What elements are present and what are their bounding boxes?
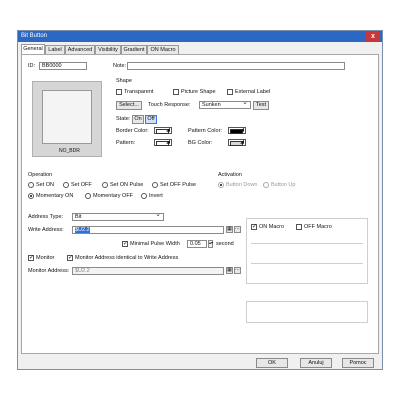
macro-separator: [251, 263, 363, 264]
tab-advanced[interactable]: Advanced: [65, 45, 95, 54]
radio-momentary-on[interactable]: [28, 193, 34, 199]
border-color-label: Border Color:: [116, 128, 149, 134]
ok-button[interactable]: OK: [256, 358, 288, 368]
write-address-value: $U2.2: [75, 227, 90, 233]
preview-caption: NO_BDR: [59, 148, 80, 154]
title-bar[interactable]: Bit Button x: [18, 31, 382, 42]
external-label-checkbox[interactable]: [227, 89, 233, 95]
dropdown-arrow-icon: ◢: [166, 127, 170, 133]
pulse-unit-label: second: [216, 241, 234, 247]
tab-label[interactable]: Label: [45, 45, 65, 54]
note-label: Note:: [113, 63, 127, 69]
radio-button-up-label: Button Up: [271, 182, 296, 188]
transparent-checkbox[interactable]: [116, 89, 122, 95]
radio-set-on[interactable]: [28, 182, 34, 188]
preview-shape: [42, 90, 92, 144]
state-off-button[interactable]: Off: [145, 115, 157, 124]
radio-set-off[interactable]: [63, 182, 69, 188]
radio-button-down[interactable]: [218, 182, 224, 188]
general-panel: ID: BB0000 Note: NO_BDR Shape Transparen…: [21, 54, 379, 354]
note-field[interactable]: [127, 62, 345, 70]
address-type-select[interactable]: Bit: [72, 213, 164, 221]
bg-color-picker[interactable]: ◢: [228, 139, 246, 146]
id-label: ID:: [28, 63, 36, 69]
activation-group-title: Activation: [218, 172, 242, 178]
tab-on-macro[interactable]: ON Macro: [147, 45, 179, 54]
picture-shape-checkbox[interactable]: [173, 89, 179, 95]
address-browse-icon[interactable]: ⋯: [234, 226, 241, 233]
radio-set-off-label: Set OFF: [71, 182, 92, 188]
pulse-spinner-icon[interactable]: ▴▾: [208, 240, 213, 248]
window-title: Bit Button: [21, 33, 48, 39]
minimal-pulse-checkbox[interactable]: ✓: [122, 241, 128, 247]
radio-invert-label: Invert: [149, 193, 163, 199]
radio-button-up[interactable]: [263, 182, 269, 188]
pattern-label: Pattern:: [116, 140, 136, 146]
tab-gradient[interactable]: Gradient: [121, 45, 147, 54]
close-button[interactable]: x: [366, 32, 380, 41]
cancel-button[interactable]: Anuluj: [300, 358, 332, 368]
button-preview: NO_BDR: [32, 81, 102, 157]
external-label-label: External Label: [235, 89, 271, 95]
touch-response-label: Touch Response:: [148, 102, 191, 108]
select-shape-button[interactable]: Select...: [116, 101, 142, 110]
write-address-label: Write Address:: [28, 227, 64, 233]
radio-momentary-on-label: Momentary ON: [36, 193, 74, 199]
monitor-browse-icon[interactable]: ⋯: [234, 267, 241, 274]
monitor-label: Monitor: [36, 255, 55, 261]
extra-group: [246, 301, 368, 323]
dropdown-arrow-icon: ◢: [240, 139, 244, 145]
monitor-address-field[interactable]: $U2.2: [72, 267, 224, 275]
monitor-address-label: Monitor Address:: [28, 268, 70, 274]
close-icon: x: [371, 33, 375, 40]
radio-momentary-off-label: Momentary OFF: [93, 193, 134, 199]
off-macro-label: OFF Macro: [304, 224, 332, 230]
touch-response-select[interactable]: Sunken: [199, 101, 251, 109]
test-button[interactable]: Test: [253, 101, 269, 110]
off-macro-checkbox[interactable]: [296, 224, 302, 230]
address-type-label: Address Type:: [28, 214, 64, 220]
dropdown-arrow-icon: ◢: [240, 127, 244, 133]
pattern-color-label: Pattern Color:: [188, 128, 222, 134]
radio-set-off-pulse[interactable]: [152, 182, 158, 188]
picture-shape-label: Picture Shape: [181, 89, 216, 95]
dropdown-arrow-icon: ◢: [166, 139, 170, 145]
bit-button-dialog: Bit Button x General Label Advanced Visi…: [17, 30, 383, 370]
minimal-pulse-label: Minimal Pulse Width: [130, 241, 180, 247]
radio-button-down-label: Button Down: [226, 182, 258, 188]
operation-group-title: Operation: [28, 172, 53, 178]
radio-set-off-pulse-label: Set OFF Pulse: [160, 182, 197, 188]
on-macro-label: ON Macro: [259, 224, 285, 230]
state-on-button[interactable]: On: [132, 115, 144, 124]
border-color-picker[interactable]: ◢: [154, 127, 172, 134]
monitor-identical-checkbox[interactable]: ✓: [67, 255, 73, 261]
minimal-pulse-field[interactable]: 0.05: [187, 240, 207, 248]
pattern-picker[interactable]: ◢: [154, 139, 172, 146]
tab-visibility[interactable]: Visibility: [95, 45, 121, 54]
monitor-identical-label: Monitor Address identical to Write Addre…: [75, 255, 179, 261]
radio-set-on-pulse[interactable]: [102, 182, 108, 188]
macro-separator: [251, 243, 363, 244]
write-address-field[interactable]: $U2.2: [72, 226, 224, 234]
radio-set-on-pulse-label: Set ON Pulse: [110, 182, 144, 188]
bg-color-label: BG Color:: [188, 140, 213, 146]
state-label: State:: [116, 116, 131, 122]
monitor-keypad-icon[interactable]: ▦: [226, 267, 233, 274]
monitor-checkbox[interactable]: ✓: [28, 255, 34, 261]
radio-set-on-label: Set ON: [36, 182, 55, 188]
radio-invert[interactable]: [141, 193, 147, 199]
shape-group-title: Shape: [116, 78, 132, 84]
on-macro-checkbox[interactable]: ✓: [251, 224, 257, 230]
help-button[interactable]: Pomoc: [342, 358, 374, 368]
radio-momentary-off[interactable]: [85, 193, 91, 199]
id-field[interactable]: BB0000: [39, 62, 87, 70]
transparent-label: Transparent: [124, 89, 154, 95]
address-keypad-icon[interactable]: ▦: [226, 226, 233, 233]
macro-group: ✓ ON Macro OFF Macro: [246, 218, 368, 284]
pattern-color-picker[interactable]: ◢: [228, 127, 246, 134]
